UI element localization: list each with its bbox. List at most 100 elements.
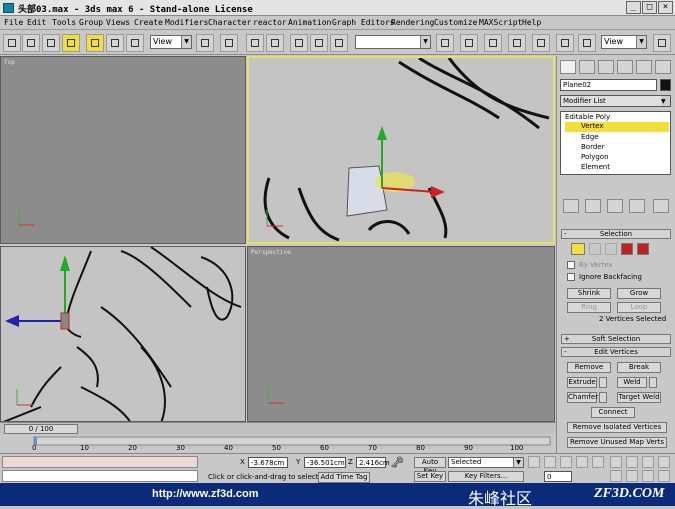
object-name-field[interactable]: Plane02 [560,79,657,91]
menu-create[interactable]: Create [134,18,163,27]
previous-frame-icon[interactable] [544,456,556,468]
z-coord-field[interactable]: 2.416cm [356,457,390,468]
viewport-top[interactable]: Top [0,56,246,244]
layer-manager-icon[interactable] [484,34,502,52]
material-editor-icon[interactable] [556,34,574,52]
scale-icon[interactable] [126,34,144,52]
reference-coord-dropdown[interactable]: View ▼ [150,35,192,49]
minimize-button[interactable]: _ [626,1,641,14]
shrink-button[interactable]: Shrink [567,288,611,299]
menu-views[interactable]: Views [106,18,130,27]
render-type-dropdown[interactable]: View ▼ [601,35,647,49]
time-slider-thumb[interactable]: 0 / 100 [4,424,78,434]
edit-vertices-rollout-header[interactable]: - Edit Vertices [561,347,671,357]
pan-icon[interactable] [626,470,638,482]
stack-polygon[interactable]: Polygon [581,153,609,161]
menu-help[interactable]: Help [522,18,541,27]
go-to-start-icon[interactable] [528,456,540,468]
extrude-button[interactable]: Extrude [567,377,597,388]
selection-set-dropdown[interactable]: ▼ [355,35,431,49]
menu-maxscript[interactable]: MAXScript [479,18,522,27]
viewport-left[interactable] [0,246,246,422]
show-end-result-icon[interactable] [585,199,601,213]
render-scene-icon[interactable] [578,34,596,52]
target-weld-button[interactable]: Target Weld [617,392,661,403]
pin-stack-icon[interactable] [563,199,579,213]
edit-selection-icon[interactable] [330,34,348,52]
move-icon[interactable] [86,34,104,52]
go-to-end-icon[interactable] [592,456,604,468]
extrude-settings-button[interactable] [599,377,607,388]
menu-rendering[interactable]: Rendering [391,18,434,27]
menu-tools[interactable]: Tools [52,18,76,27]
quick-render-icon[interactable] [653,34,671,52]
motion-tab-icon[interactable] [617,60,633,74]
connect-button[interactable]: Connect [591,407,635,418]
edge-mode-icon[interactable] [589,243,601,255]
field-of-view-icon[interactable] [610,470,622,482]
modify-tab-icon[interactable] [579,60,595,74]
y-coord-field[interactable]: -36.501cm [304,457,346,468]
zoom-all-icon[interactable] [626,456,638,468]
align-icon[interactable] [460,34,478,52]
select-region-icon[interactable] [62,34,80,52]
maxscript-listener[interactable] [2,456,198,468]
utilities-tab-icon[interactable] [655,60,671,74]
border-mode-icon[interactable] [605,243,617,255]
hierarchy-tab-icon[interactable] [598,60,614,74]
undo-icon[interactable] [3,34,21,52]
chamfer-button[interactable]: Chamfer [567,392,598,403]
make-unique-icon[interactable] [607,199,623,213]
maximize-viewport-icon[interactable] [658,470,670,482]
named-selection-icon[interactable] [310,34,328,52]
modifier-list-dropdown[interactable]: Modifier List ▼ [560,95,671,107]
select-by-name-icon[interactable] [42,34,60,52]
loop-button[interactable]: Loop [617,302,661,313]
menu-modifiers[interactable]: Modifiers [165,18,208,27]
maximize-button[interactable]: □ [642,1,657,14]
auto-key-button[interactable]: Auto Key [414,457,446,475]
x-coord-field[interactable]: -3.678cm [248,457,288,468]
object-color-swatch[interactable] [660,79,671,91]
by-vertex-checkbox[interactable] [567,261,575,269]
weld-button[interactable]: Weld [617,377,647,388]
zoom-icon[interactable] [610,456,622,468]
grow-button[interactable]: Grow [617,288,661,299]
spinner-snap-icon[interactable] [290,34,308,52]
percent-snap-icon[interactable] [266,34,284,52]
rotate-icon[interactable] [106,34,124,52]
vertex-mode-icon[interactable] [571,243,585,255]
menu-file[interactable]: File [4,18,23,27]
menu-graph-editors[interactable]: Graph Editors [332,18,395,27]
angle-snap-icon[interactable] [246,34,264,52]
viewport-perspective[interactable]: Perspective [247,246,555,422]
remove-unused-map-verts-button[interactable]: Remove Unused Map Verts [567,437,667,448]
play-icon[interactable] [560,456,572,468]
soft-selection-rollout-header[interactable]: + Soft Selection [561,334,671,344]
select-object-icon[interactable] [22,34,40,52]
ignore-backfacing-checkbox[interactable] [567,273,575,281]
menu-animation[interactable]: Animation [288,18,331,27]
time-slider[interactable]: 0 / 100 [0,422,556,434]
menu-edit[interactable]: Edit [27,18,46,27]
menu-group[interactable]: Group [79,18,103,27]
element-mode-icon[interactable] [637,243,649,255]
pivot-icon[interactable] [196,34,214,52]
stack-element[interactable]: Element [581,163,610,171]
close-button[interactable]: × [658,1,673,14]
stack-editable-poly[interactable]: Editable Poly [565,113,610,121]
add-time-tag-button[interactable]: Add Time Tag [318,472,370,483]
menu-character[interactable]: Character [208,18,251,27]
stack-vertex[interactable]: Vertex [565,122,669,132]
modifier-stack[interactable]: Editable Poly Vertex Edge Border Polygon… [560,111,671,175]
mirror-icon[interactable] [436,34,454,52]
polygon-mode-icon[interactable] [621,243,633,255]
key-mode-dropdown[interactable]: Selected ▼ [448,457,524,468]
configure-sets-icon[interactable] [653,199,669,213]
viewport-front[interactable] [247,56,555,244]
remove-button[interactable]: Remove [567,362,611,373]
zoom-extents-all-icon[interactable] [658,456,670,468]
stack-edge[interactable]: Edge [581,133,599,141]
schematic-view-icon[interactable] [532,34,550,52]
ring-button[interactable]: Ring [567,302,611,313]
